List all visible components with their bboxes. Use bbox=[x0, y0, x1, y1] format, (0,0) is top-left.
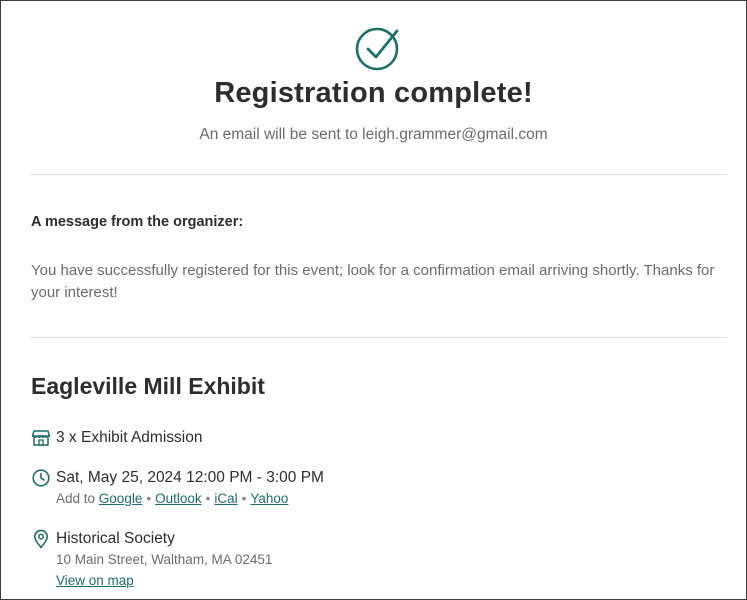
organizer-message-heading: A message from the organizer: bbox=[31, 214, 244, 230]
event-title: Eagleville Mill Exhibit bbox=[31, 373, 265, 399]
view-on-map-container: View on map bbox=[56, 573, 134, 588]
clock-icon bbox=[32, 469, 50, 487]
storefront-icon bbox=[31, 430, 51, 446]
email-notice: An email will be sent to leigh.grammer@g… bbox=[199, 126, 548, 143]
divider bbox=[31, 337, 727, 338]
separator-dot: • bbox=[205, 491, 211, 506]
check-circle-icon bbox=[355, 27, 399, 71]
separator-dot: • bbox=[146, 491, 152, 506]
ical-calendar-link[interactable]: iCal bbox=[214, 491, 237, 506]
registration-confirmation-panel: Registration complete! An email will be … bbox=[0, 0, 747, 600]
outlook-calendar-link[interactable]: Outlook bbox=[155, 491, 202, 506]
ticket-summary: 3 x Exhibit Admission bbox=[56, 429, 203, 446]
add-to-label: Add to bbox=[56, 491, 96, 506]
event-datetime: Sat, May 25, 2024 12:00 PM - 3:00 PM bbox=[56, 469, 324, 486]
organizer-message-body: You have successfully registered for thi… bbox=[31, 262, 715, 301]
location-address: 10 Main Street, Waltham, MA 02451 bbox=[56, 552, 273, 567]
separator-dot: • bbox=[241, 491, 247, 506]
view-on-map-link[interactable]: View on map bbox=[56, 573, 134, 588]
google-calendar-link[interactable]: Google bbox=[99, 491, 143, 506]
map-pin-icon bbox=[34, 529, 48, 549]
divider bbox=[31, 174, 727, 175]
location-name: Historical Society bbox=[56, 530, 175, 547]
yahoo-calendar-link[interactable]: Yahoo bbox=[250, 491, 288, 506]
page-title: Registration complete! bbox=[214, 77, 533, 109]
add-to-calendar: Add to Google • Outlook • iCal • Yahoo bbox=[56, 491, 288, 506]
